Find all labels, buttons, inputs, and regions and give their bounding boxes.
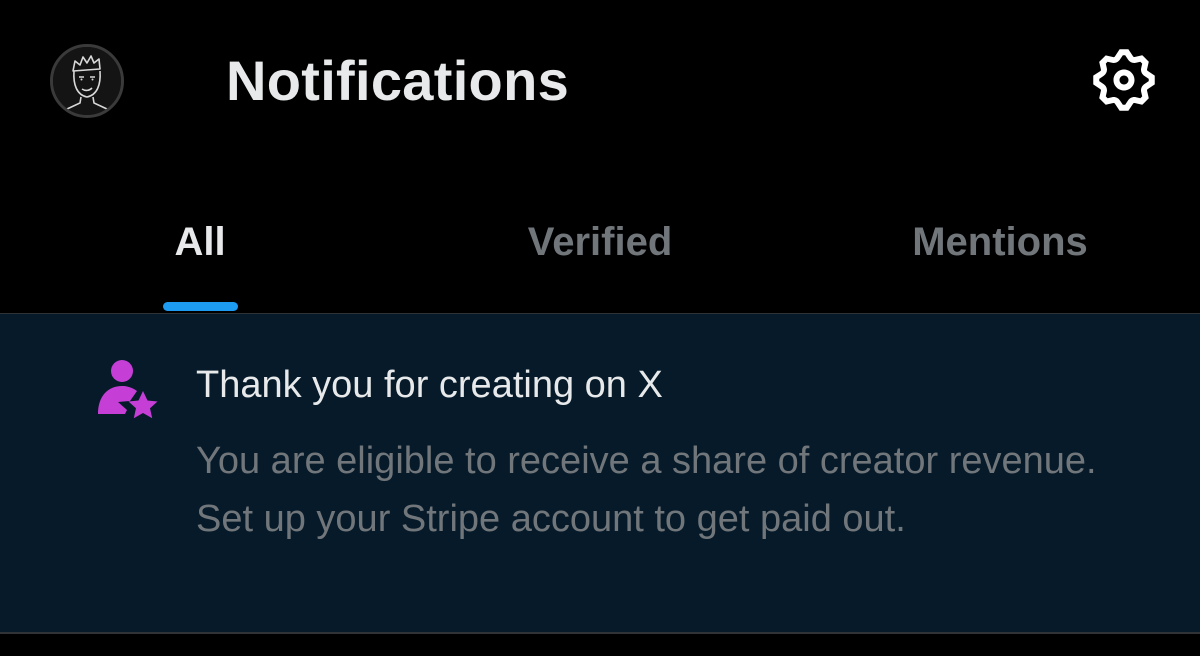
profile-avatar[interactable]	[50, 44, 124, 118]
page-title: Notifications	[226, 49, 570, 112]
tab-mentions-label: Mentions	[912, 220, 1088, 264]
tab-all[interactable]: All	[0, 200, 400, 314]
divider	[0, 632, 1200, 634]
notification-item[interactable]: Thank you for creating on X You are elig…	[0, 314, 1200, 632]
creator-star-icon	[94, 358, 162, 426]
notification-title: Thank you for creating on X	[196, 364, 663, 406]
tab-mentions[interactable]: Mentions	[800, 200, 1200, 314]
tab-verified[interactable]: Verified	[400, 200, 800, 314]
notification-body: You are eligible to receive a share of c…	[196, 440, 1097, 540]
top-bar: Notifications	[0, 0, 1200, 165]
active-tab-indicator	[163, 302, 238, 311]
tab-verified-label: Verified	[527, 220, 673, 264]
gear-icon	[1093, 49, 1155, 111]
settings-button[interactable]	[1088, 44, 1160, 116]
tab-all-label: All	[174, 220, 226, 264]
notification-tabs: All Verified Mentions	[0, 200, 1200, 314]
avatar-icon	[53, 47, 121, 115]
